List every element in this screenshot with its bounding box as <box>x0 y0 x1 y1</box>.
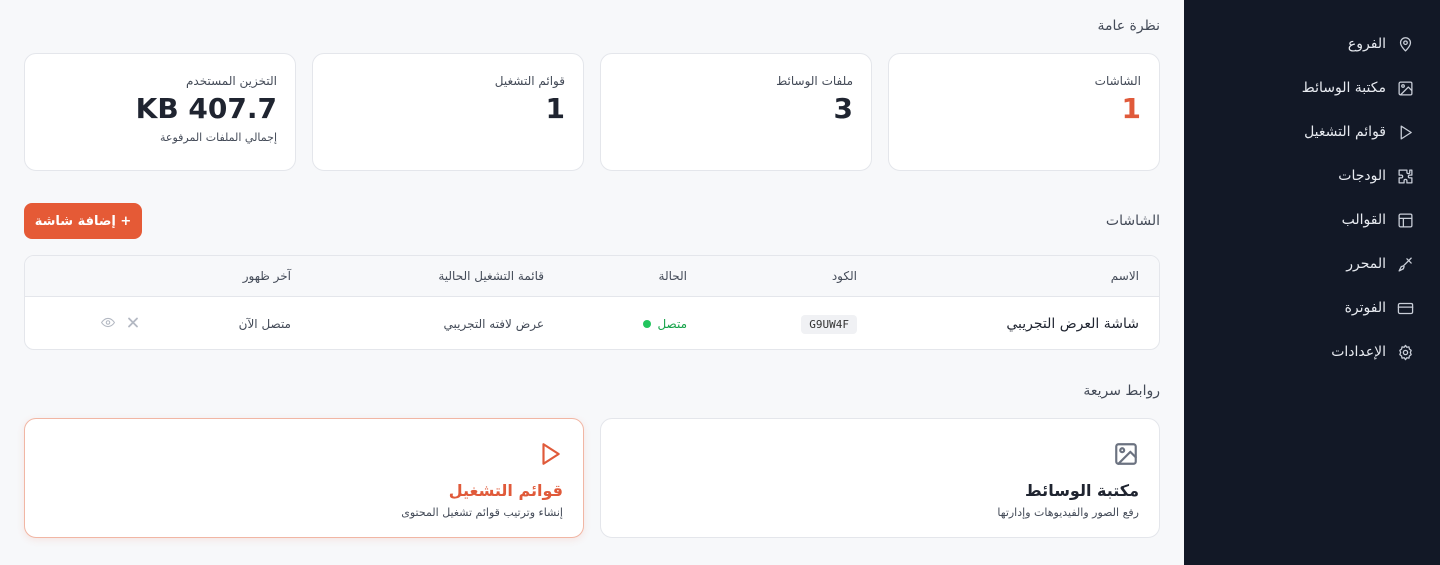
stat-card-media: ملفات الوسائط 3 <box>600 53 872 171</box>
col-playlist: قائمة التشغيل الحالية <box>438 269 544 283</box>
screen-code: G9UW4F <box>801 314 857 334</box>
quick-link-media[interactable]: مكتبة الوسائط رفع الصور والفيديوهات وإدا… <box>600 418 1160 538</box>
screen-code-badge: G9UW4F <box>801 314 857 334</box>
sidebar-item-label: مكتبة الوسائط <box>1301 80 1386 96</box>
current-playlist: عرض لافته التجريبي <box>443 316 545 331</box>
sidebar-item-editor[interactable]: المحرر <box>1184 242 1440 286</box>
table-header: الاسم الكود الحالة قائمة التشغيل الحالية… <box>25 256 1159 297</box>
stat-label: ملفات الوسائط <box>776 74 853 88</box>
quick-link-desc: إنشاء وترتيب قوائم تشغيل المحتوى <box>401 506 563 519</box>
stat-label: التخزين المستخدم <box>186 74 277 88</box>
layout-icon <box>1396 211 1414 229</box>
sidebar-item-media-library[interactable]: مكتبة الوسائط <box>1184 66 1440 110</box>
row-actions <box>100 315 139 332</box>
last-seen: متصل الآن <box>238 316 291 331</box>
credit-card-icon <box>1396 299 1414 317</box>
sidebar-item-label: قوائم التشغيل <box>1304 124 1386 140</box>
puzzle-icon <box>1396 167 1414 185</box>
brush-icon <box>1396 255 1414 273</box>
close-icon[interactable] <box>127 316 139 331</box>
sidebar-item-settings[interactable]: الإعدادات <box>1184 330 1440 374</box>
image-icon <box>1396 79 1414 97</box>
sidebar-item-label: الإعدادات <box>1331 344 1386 360</box>
gear-icon <box>1396 343 1414 361</box>
sidebar-item-label: القوالب <box>1341 212 1386 228</box>
sidebar: الفروع مكتبة الوسائط قوائم التشغيل الودج… <box>1184 0 1440 565</box>
eye-icon[interactable] <box>100 315 116 332</box>
quick-link-title: مكتبة الوسائط <box>1025 481 1139 500</box>
overview-title: نظرة عامة <box>1097 18 1160 34</box>
table-row[interactable]: شاشة العرض التجريبي G9UW4F متصل عرض لافت… <box>25 297 1159 349</box>
stat-card-storage: التخزين المستخدم 407.7 KB إجمالي الملفات… <box>24 53 296 171</box>
stat-value: 1 <box>1121 92 1141 125</box>
stat-label: قوائم التشغيل <box>494 74 565 88</box>
stat-value: 407.7 KB <box>135 92 277 125</box>
add-screen-button[interactable]: + إضافة شاشة <box>24 203 142 239</box>
status-badge: متصل <box>643 317 687 331</box>
stat-label: الشاشات <box>1094 74 1141 88</box>
main-content: نظرة عامة الشاشات 1 ملفات الوسائط 3 قوائ… <box>0 0 1184 565</box>
quick-link-desc: رفع الصور والفيديوهات وإدارتها <box>997 506 1139 519</box>
sidebar-item-label: الفوترة <box>1344 300 1386 316</box>
stat-value: 3 <box>833 92 853 125</box>
status-dot <box>643 319 652 328</box>
play-icon <box>1396 123 1414 141</box>
sidebar-item-label: الودجات <box>1338 168 1386 184</box>
quick-link-playlists[interactable]: قوائم التشغيل إنشاء وترتيب قوائم تشغيل ا… <box>24 418 584 538</box>
status-text: متصل <box>657 316 687 331</box>
sidebar-item-widgets[interactable]: الودجات <box>1184 154 1440 198</box>
sidebar-item-templates[interactable]: القوالب <box>1184 198 1440 242</box>
stat-card-screens: الشاشات 1 <box>888 53 1160 171</box>
screens-title: الشاشات <box>1105 213 1160 229</box>
sidebar-item-playlists[interactable]: قوائم التشغيل <box>1184 110 1440 154</box>
sidebar-item-billing[interactable]: الفوترة <box>1184 286 1440 330</box>
sidebar-item-branches[interactable]: الفروع <box>1184 22 1440 66</box>
col-name: الاسم <box>1110 269 1139 283</box>
stat-value: 1 <box>545 92 565 125</box>
quick-link-title: قوائم التشغيل <box>448 481 563 500</box>
col-code: الكود <box>831 269 857 283</box>
screen-name[interactable]: شاشة العرض التجريبي <box>1006 316 1139 332</box>
image-icon <box>621 439 1139 469</box>
quick-links-title: روابط سريعة <box>1083 383 1160 399</box>
sidebar-item-label: الفروع <box>1347 36 1386 52</box>
play-icon <box>45 439 563 469</box>
map-pin-icon <box>1396 35 1414 53</box>
col-status: الحالة <box>658 269 687 283</box>
screens-table: الاسم الكود الحالة قائمة التشغيل الحالية… <box>24 255 1160 350</box>
stat-card-playlists: قوائم التشغيل 1 <box>312 53 584 171</box>
sidebar-item-label: المحرر <box>1346 256 1386 272</box>
col-last-seen: آخر ظهور <box>242 269 291 283</box>
stat-subtext: إجمالي الملفات المرفوعة <box>160 131 277 144</box>
